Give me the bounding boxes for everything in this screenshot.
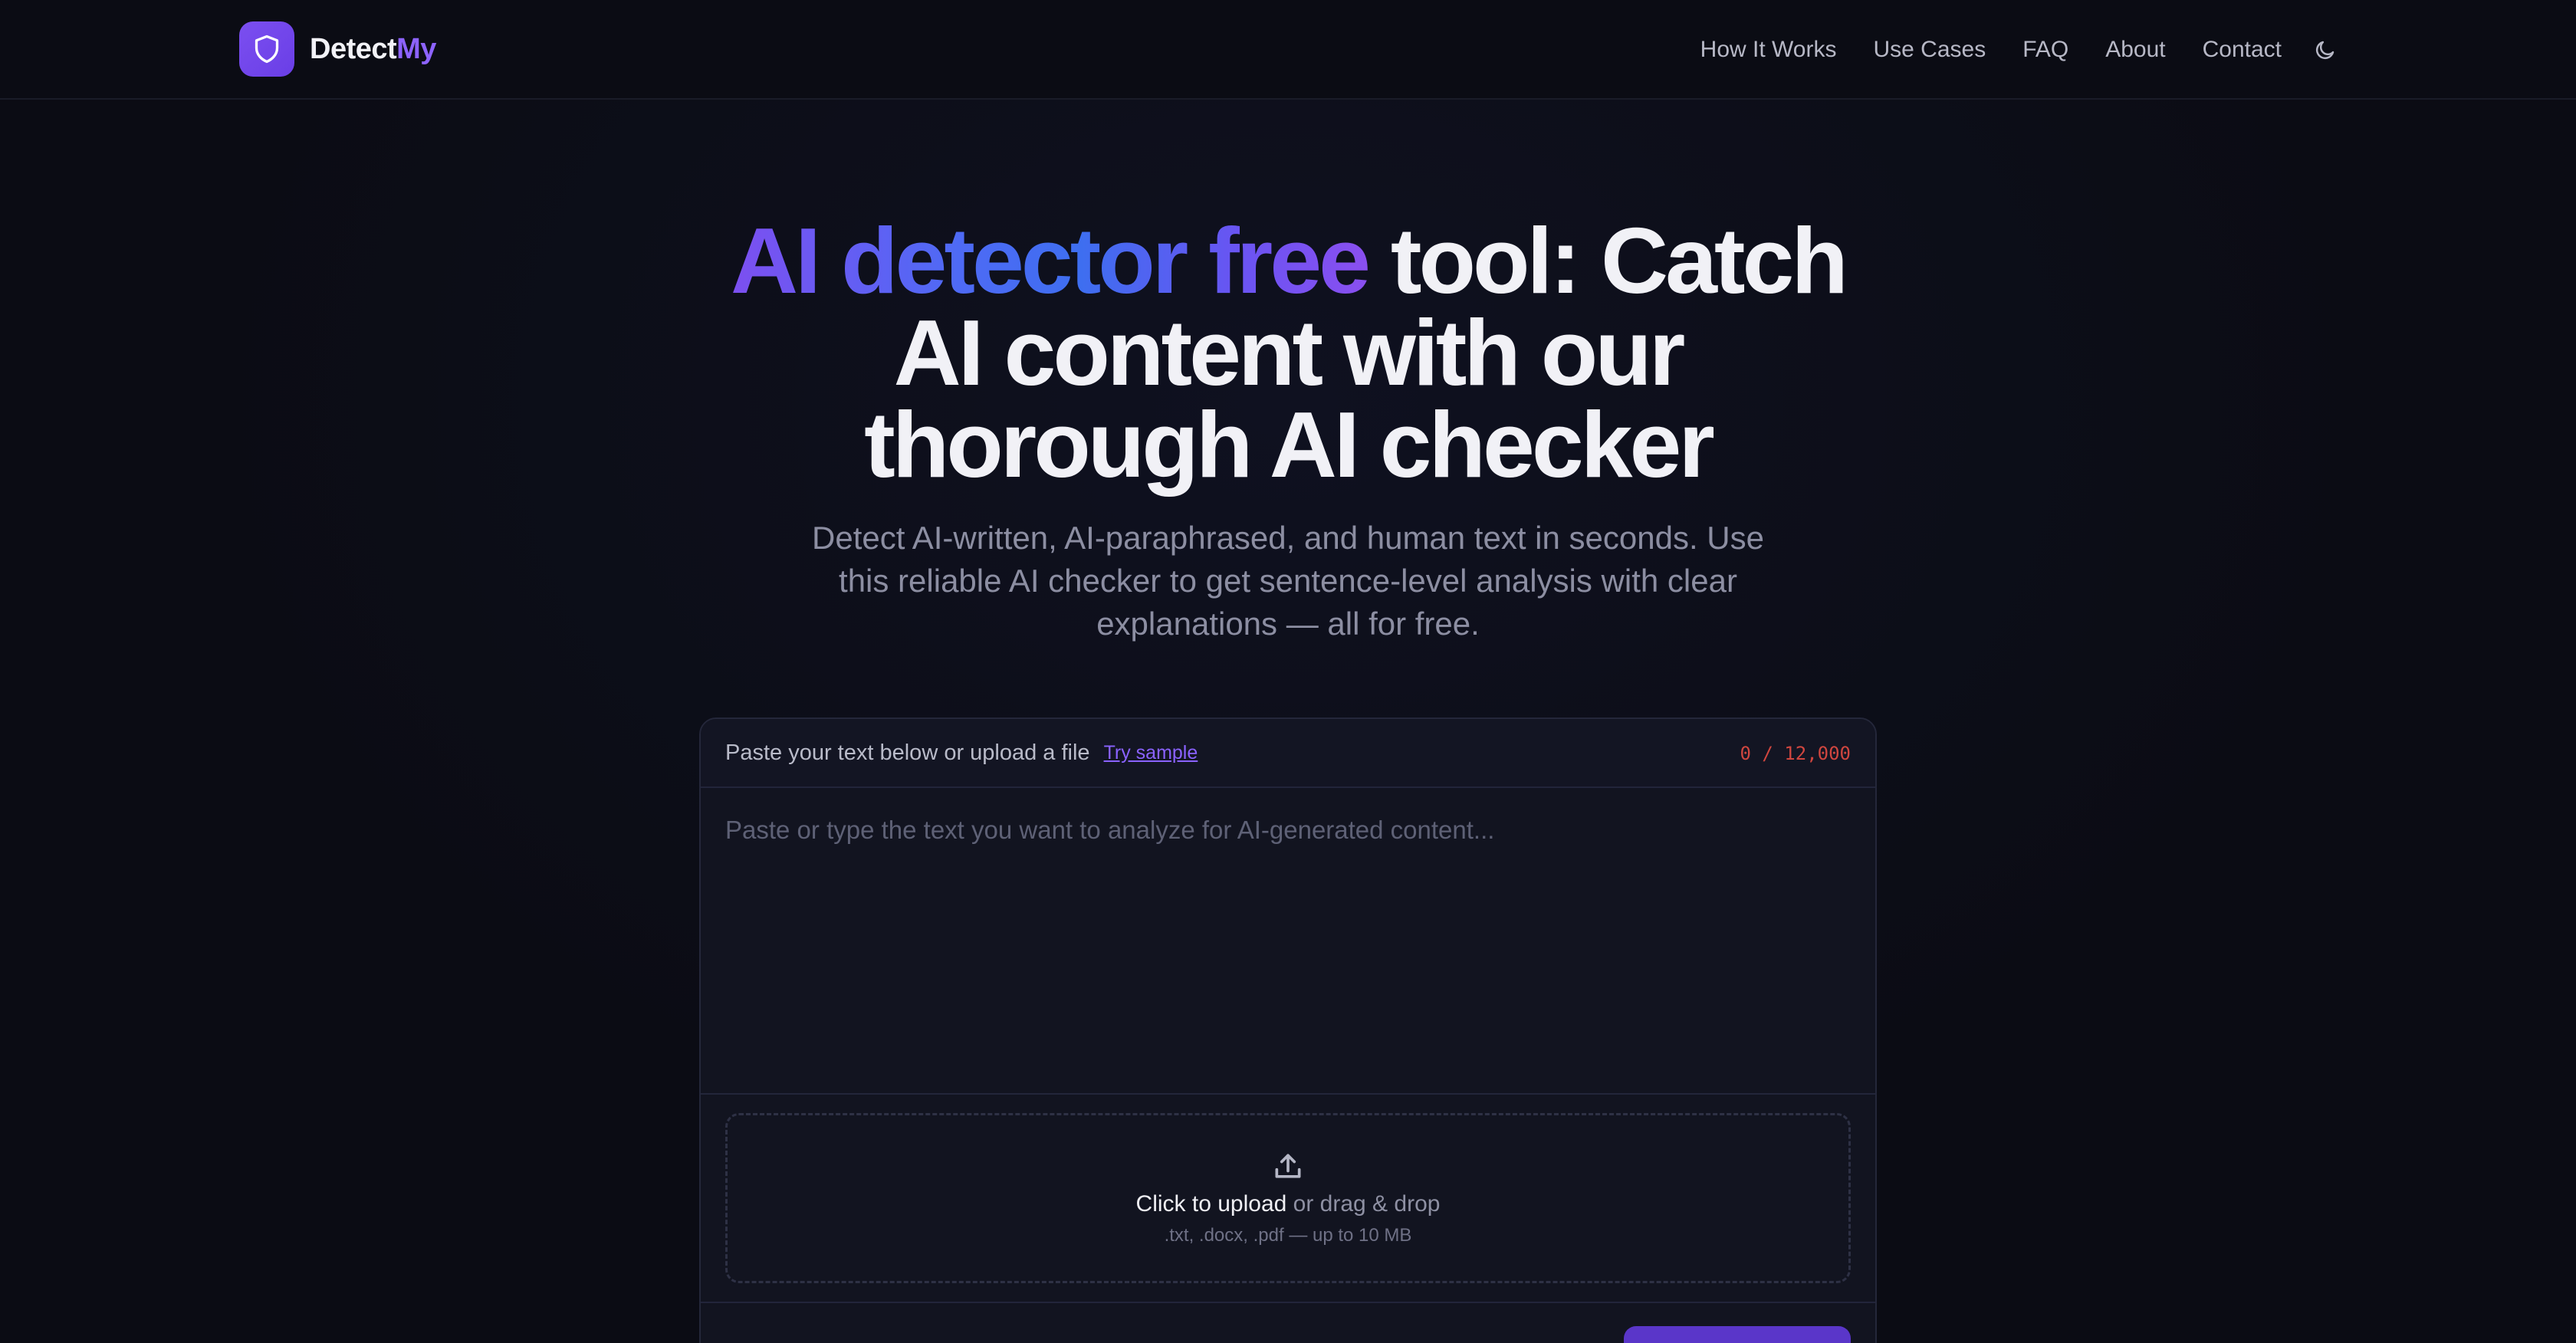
shield-logo-icon <box>239 21 294 77</box>
text-input[interactable] <box>701 788 1875 1095</box>
brand-name-accent: My <box>396 32 436 65</box>
brand-name: DetectMy <box>310 33 436 66</box>
panel-header: Paste your text below or upload a file T… <box>701 719 1875 788</box>
top-nav: DetectMy How It Works Use Cases FAQ Abou… <box>0 0 2576 100</box>
click-to-upload[interactable]: Click to upload <box>1136 1191 1287 1217</box>
nav-link-use-cases[interactable]: Use Cases <box>1873 37 1986 63</box>
upload-area: Click to upload or drag & drop .txt, .do… <box>701 1095 1875 1303</box>
drag-drop-text: or drag & drop <box>1286 1191 1441 1217</box>
brand[interactable]: DetectMy <box>239 21 436 77</box>
hero: AI detector free tool: Catch AI content … <box>0 214 2576 645</box>
file-dropzone[interactable]: Click to upload or drag & drop .txt, .do… <box>725 1113 1851 1283</box>
page-title: AI detector free tool: Catch AI content … <box>690 214 1886 491</box>
nav-link-about[interactable]: About <box>2105 37 2165 63</box>
theme-toggle-button[interactable] <box>2308 32 2343 67</box>
nav-link-faq[interactable]: FAQ <box>2022 37 2068 63</box>
page: DetectMy How It Works Use Cases FAQ Abou… <box>0 0 2576 1343</box>
character-counter: 0 / 12,000 <box>1740 743 1852 764</box>
try-sample-link[interactable]: Try sample <box>1104 742 1198 764</box>
upload-hint: .txt, .docx, .pdf — up to 10 MB <box>1164 1225 1412 1246</box>
detector-panel: Paste your text below or upload a file T… <box>699 717 1877 1343</box>
analyze-button[interactable] <box>1624 1326 1851 1343</box>
nav-link-contact[interactable]: Contact <box>2203 37 2282 63</box>
upload-instructions: Click to upload or drag & drop <box>1136 1191 1441 1217</box>
panel-header-label: Paste your text below or upload a file <box>725 740 1090 765</box>
brand-name-main: Detect <box>310 32 397 65</box>
nav-link-how-it-works[interactable]: How It Works <box>1700 37 1837 63</box>
title-highlight: AI detector free <box>731 209 1371 313</box>
nav-links: How It Works Use Cases FAQ About Contact <box>1664 31 2282 69</box>
upload-icon <box>1275 1154 1301 1178</box>
moon-icon <box>2315 41 2334 60</box>
hero-subtitle: Detect AI-written, AI-paraphrased, and h… <box>812 520 1764 642</box>
